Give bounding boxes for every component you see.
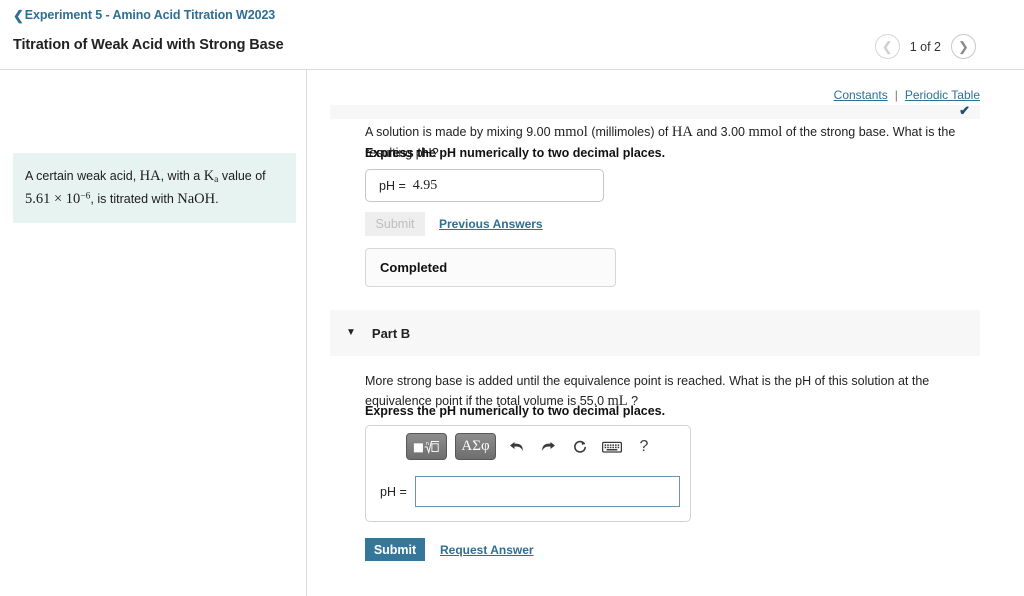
math-templates-icon[interactable]: n [406,433,447,460]
link-separator: | [894,88,898,102]
part-b-submit-button[interactable]: Submit [365,538,425,561]
part-b-answer-label: pH = [380,484,407,499]
pagination-control: ❮ 1 of 2 ❯ [874,34,976,59]
greek-symbols-button[interactable]: ΑΣφ [455,433,496,460]
problem-statement-box: A certain weak acid, HA, with a Ka value… [13,153,296,224]
part-b-answer-row: pH = [380,476,680,507]
statement-text-3: value of [218,169,266,183]
part-b-request-answer-link[interactable]: Request Answer [440,543,534,557]
app-header: ❮ Experiment 5 - Amino Acid Titration W2… [0,0,1024,70]
statement-text-5: . [215,191,219,206]
prev-page-button[interactable]: ❮ [874,34,900,59]
part-b-header-band[interactable]: ▼ Part B [330,310,980,356]
page-title: Titration of Weak Acid with Strong Base [13,37,284,53]
question-a-prefix: A solution is made by mixing 9.00 [365,125,554,139]
keyboard-icon[interactable] [600,434,624,459]
statement-text-4: , is titrated with [90,191,178,206]
part-b-label: Part B [371,325,411,341]
question-a-unit-1: mmol [554,124,588,140]
page-indicator: 1 of 2 [909,39,941,54]
part-a-header-band[interactable]: ✔ [330,103,980,119]
periodic-table-link[interactable]: Periodic Table [905,88,980,102]
chevron-left-icon: ❮ [881,39,893,54]
part-a-actions: Submit Previous Answers [365,212,543,236]
resource-links: Constants | Periodic Table [834,88,980,102]
next-page-button[interactable]: ❯ [951,34,976,59]
part-b-instruction: Express the pH numerically to two decima… [365,404,666,418]
breadcrumb[interactable]: ❮ Experiment 5 - Amino Acid Titration W2… [13,8,275,22]
breadcrumb-label: Experiment 5 - Amino Acid Titration W202… [24,8,276,22]
undo-arrow-icon[interactable] [504,434,528,459]
statement-k-symbol: K [203,168,215,184]
part-a-submit-button: Submit [365,212,425,236]
statement-value-exponent: −6 [80,191,91,202]
part-a-status-badge: Completed [365,248,616,287]
part-a-answer-field[interactable]: pH = 4.95 [365,169,604,202]
chevron-left-icon: ❮ [13,7,24,23]
svg-text:n: n [426,441,429,447]
problem-sidebar: A certain weak acid, HA, with a Ka value… [0,70,307,596]
question-a-mid-1: (millimoles) of [587,125,672,139]
question-a-mid-2: and 3.00 [692,125,749,139]
math-entry-widget: n ΑΣφ ? pH = [365,425,691,522]
math-toolbar: n ΑΣφ ? [406,433,656,460]
statement-formula-naoh: NaOH [177,190,216,207]
part-a-answer-label: pH = [379,178,406,193]
reset-circular-arrow-icon[interactable] [568,434,592,459]
statement-text-1: A certain weak acid, [25,169,140,183]
question-a-formula: HA [671,124,693,140]
chevron-right-icon: ❯ [958,39,969,54]
statement-value-mantissa: 5.61 × 10 [25,190,81,207]
part-a-instruction: Express the pH numerically to two decima… [365,146,666,160]
constants-link[interactable]: Constants [834,88,888,102]
part-b-actions: Submit Request Answer [365,538,534,561]
part-a-answer-value: 4.95 [412,177,438,193]
redo-arrow-icon[interactable] [536,434,560,459]
question-panel: Constants | Periodic Table ✔ A solution … [308,70,1024,596]
question-b-prefix: More strong base is added until the equi… [365,374,930,408]
help-icon[interactable]: ? [632,434,656,459]
check-icon: ✔ [959,103,970,118]
caret-down-icon[interactable]: ▼ [346,328,356,338]
statement-formula-ha: HA [139,168,161,184]
question-a-unit-2: mmol [748,124,783,140]
statement-text-2: , with a [160,169,204,183]
part-a-previous-answers-link[interactable]: Previous Answers [439,217,543,231]
part-b-answer-input[interactable] [414,476,680,507]
